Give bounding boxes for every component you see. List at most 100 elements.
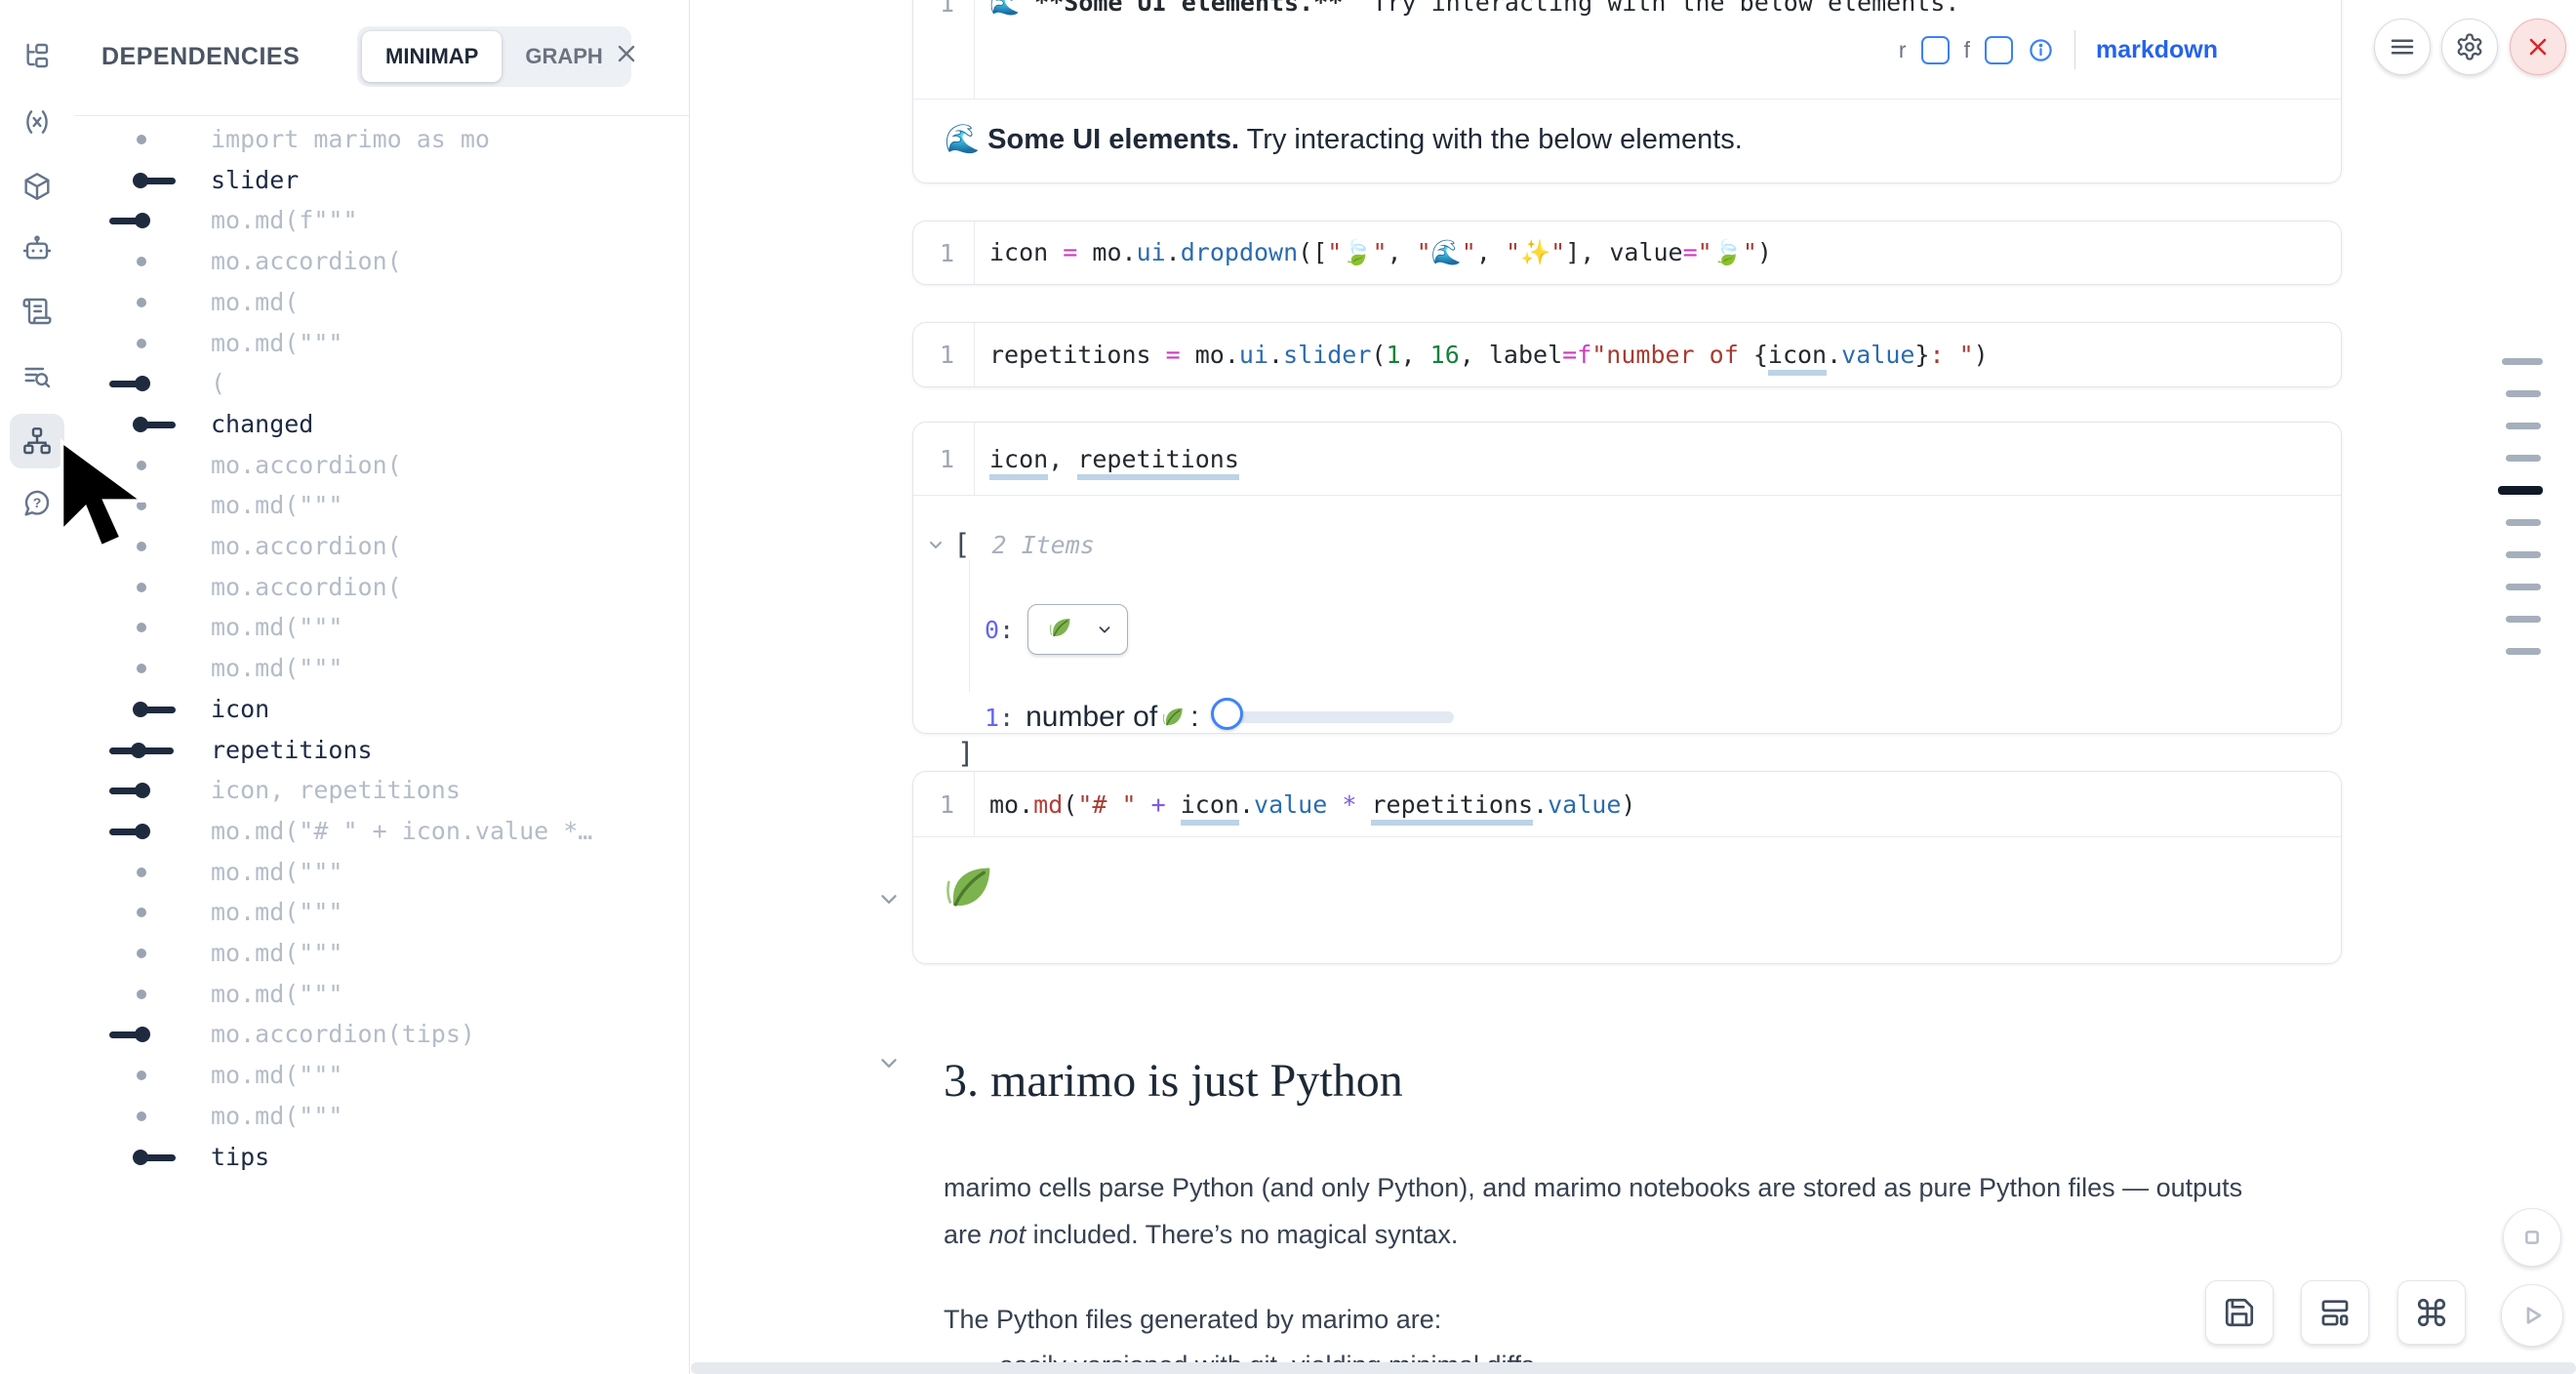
minimap-item[interactable]: mo.md(""" (74, 491, 689, 520)
no-dependency-dot (137, 868, 146, 877)
minimap-item[interactable]: mo.md(""" (74, 329, 689, 358)
cell-tuple-output[interactable]: 1 icon, repetitions [ 2 Items 0: (912, 422, 2342, 734)
marimo-notebook-app: ? DEPENDENCIES MINIMAP GRAPH import mari… (0, 0, 2576, 1374)
cell-md-repeat-code-row[interactable]: 1 mo.md("# " + icon.value * repetitions.… (913, 772, 2341, 837)
code-editor-line[interactable]: mo.md("# " + icon.value * repetitions.va… (975, 790, 1635, 819)
minimap-item[interactable]: icon, repetitions (74, 776, 689, 805)
minimap-item[interactable]: mo.md(""" (74, 858, 689, 887)
code-editor-line[interactable]: 🌊 **Some UI elements.** Try interacting … (975, 0, 1959, 18)
minimap-item[interactable]: mo.accordion( (74, 247, 689, 276)
code-editor-line[interactable]: icon, repetitions (975, 445, 1239, 473)
code-editor-line[interactable]: icon = mo.ui.dropdown(["🍃", "🌊", "✨"], v… (975, 238, 1772, 267)
cell-markdown-intro[interactable]: 1 🌊 **Some UI elements.** Try interactin… (912, 0, 2342, 183)
sidebar-variables-button[interactable] (10, 95, 64, 149)
horizontal-scrollbar[interactable] (691, 1362, 2576, 1374)
tab-minimap[interactable]: MINIMAP (362, 31, 502, 82)
minimap-item[interactable]: ( (74, 369, 689, 398)
minimap-item[interactable]: mo.md(""" (74, 613, 689, 642)
minimap-item[interactable]: mo.md(""" (74, 898, 689, 927)
minimap-item[interactable]: import marimo as mo (74, 125, 689, 154)
minimap-item[interactable]: mo.md(""" (74, 1102, 689, 1131)
shutdown-button[interactable] (2510, 19, 2566, 75)
scroll-indicator-dash[interactable] (2506, 423, 2541, 429)
chevron-down-icon[interactable] (876, 886, 902, 916)
save-button[interactable] (2205, 1280, 2274, 1345)
minimap-item[interactable]: changed (74, 410, 689, 439)
settings-button[interactable] (2441, 19, 2498, 75)
sidebar-packages-button[interactable] (10, 159, 64, 214)
minimap-item[interactable]: mo.md(""" (74, 939, 689, 968)
scroll-indicator-dash[interactable] (2506, 584, 2541, 590)
no-dependency-dot (137, 542, 146, 551)
no-dependency-dot (137, 257, 146, 266)
item-index: 0 (985, 616, 999, 644)
sidebar-dependencies-button[interactable] (10, 414, 64, 468)
tuple-item-0-row: 0: (985, 604, 1128, 655)
minimap-item[interactable]: mo.md("# " + icon.value *… (74, 817, 689, 846)
sidebar-help-button[interactable]: ? (10, 476, 64, 531)
sidebar-documentation-button[interactable] (10, 284, 64, 339)
minimap-item[interactable]: mo.md( (74, 288, 689, 317)
info-icon[interactable] (2028, 37, 2054, 63)
scroll-indicator-dash[interactable] (2506, 390, 2541, 397)
slider-label-text: number of (1026, 701, 1157, 734)
minimap-item[interactable]: mo.md(""" (74, 980, 689, 1009)
r-toggle-checkbox[interactable] (1921, 36, 1950, 64)
f-toggle-label: f (1964, 37, 1970, 63)
sidebar-file-explorer-button[interactable] (10, 29, 64, 84)
icon-dropdown-widget[interactable] (1027, 604, 1128, 655)
minimap-item-label: mo.md(""" (211, 613, 342, 642)
cell-tuple-code-row[interactable]: 1 icon, repetitions (913, 423, 2341, 496)
minimap-item[interactable]: mo.accordion(tips) (74, 1020, 689, 1049)
minimap-item[interactable]: mo.accordion( (74, 532, 689, 561)
scroll-indicator-dash[interactable] (2502, 358, 2543, 365)
cell-icon-dropdown[interactable]: 1 icon = mo.ui.dropdown(["🍃", "🌊", "✨"],… (912, 221, 2342, 285)
tree-summary-row[interactable]: [ 2 Items (926, 529, 1095, 560)
scroll-indicator-dash[interactable] (2506, 551, 2541, 558)
cell-md-repeat[interactable]: 1 mo.md("# " + icon.value * repetitions.… (912, 771, 2342, 964)
scroll-indicator-dash[interactable] (2506, 616, 2541, 623)
run-button[interactable] (2501, 1284, 2563, 1347)
minimap-item[interactable]: repetitions (74, 736, 689, 765)
save-icon (2223, 1296, 2256, 1329)
notebook-menu-button[interactable] (2374, 19, 2431, 75)
code-editor-line[interactable]: repetitions = mo.ui.slider(1, 16, label=… (975, 341, 1989, 369)
documentation-icon (21, 296, 53, 327)
app-view-button[interactable] (2301, 1280, 2369, 1345)
markdown-output-text: 🌊 Some UI elements. Try interacting with… (945, 123, 1743, 156)
cell-markdown-code-row[interactable]: 1 🌊 **Some UI elements.** Try interactin… (913, 0, 2341, 19)
repetitions-slider[interactable] (1215, 711, 1454, 723)
chevron-down-icon[interactable] (926, 535, 946, 554)
slider-thumb[interactable] (1211, 698, 1243, 730)
minimap-item[interactable]: tips (74, 1143, 689, 1172)
keyboard-shortcuts-button[interactable] (2397, 1280, 2466, 1345)
minimap-item-label: mo.accordion( (211, 451, 402, 480)
minimap-item-label: mo.md(f""" (211, 206, 358, 235)
f-toggle-checkbox[interactable] (1985, 36, 2013, 64)
cell-language-label[interactable]: markdown (2096, 36, 2218, 64)
uses-variable-marker (135, 783, 150, 798)
panel-title: DEPENDENCIES (101, 43, 300, 71)
minimap-item[interactable]: mo.md(""" (74, 654, 689, 683)
sidebar-snippets-button[interactable] (10, 349, 64, 404)
minimap-item[interactable]: icon (74, 695, 689, 724)
minimap-item[interactable]: mo.accordion( (74, 573, 689, 602)
gutter-separator (974, 0, 975, 99)
close-panel-button[interactable] (601, 30, 652, 81)
minimap-item[interactable]: mo.accordion( (74, 451, 689, 480)
minimap-item[interactable]: slider (74, 166, 689, 195)
cell-repetitions-slider[interactable]: 1 repetitions = mo.ui.slider(1, 16, labe… (912, 322, 2342, 387)
interrupt-button[interactable] (2503, 1208, 2561, 1267)
minimap-item-label: mo.md(""" (211, 654, 342, 683)
sidebar-ai-assistant-button[interactable] (10, 222, 64, 276)
dependencies-panel: DEPENDENCIES MINIMAP GRAPH import marimo… (74, 0, 690, 1374)
minimap-item[interactable]: mo.md(""" (74, 1061, 689, 1090)
minimap-item[interactable]: mo.md(f""" (74, 206, 689, 235)
scroll-indicator-dash[interactable] (2506, 648, 2541, 655)
scroll-indicator-dash-active[interactable] (2498, 486, 2543, 495)
chevron-down-icon[interactable] (876, 1050, 902, 1080)
no-dependency-dot (137, 623, 146, 632)
minimap-item-label: mo.accordion( (211, 247, 402, 276)
scroll-indicator-dash[interactable] (2506, 519, 2541, 526)
scroll-indicator-dash[interactable] (2506, 455, 2541, 462)
